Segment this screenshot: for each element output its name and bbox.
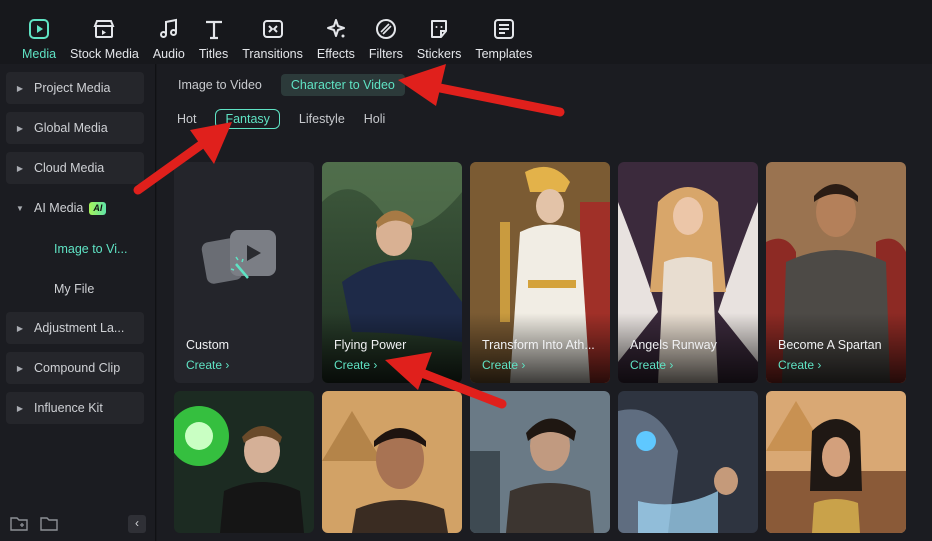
sidebar-item-label: Project Media xyxy=(34,81,111,95)
sidebar-footer: ‹ xyxy=(10,515,146,533)
sidebar-item-label: Cloud Media xyxy=(34,161,105,175)
ai-badge: AI xyxy=(89,201,107,215)
sidebar-item-global-media[interactable]: ▶ Global Media xyxy=(6,112,144,144)
caret-right-icon: ▶ xyxy=(16,403,24,413)
toolbar-templates-label: Templates xyxy=(475,47,533,61)
new-folder-icon[interactable] xyxy=(10,515,28,531)
toolbar-stickers-label: Stickers xyxy=(416,47,462,61)
template-card[interactable] xyxy=(322,391,462,533)
category-holi[interactable]: Holi xyxy=(364,112,386,126)
template-card[interactable] xyxy=(470,391,610,533)
template-card-flying-power[interactable]: Flying Power Create › xyxy=(322,162,462,383)
sticker-icon xyxy=(431,20,448,38)
tab-image-to-video[interactable]: Image to Video xyxy=(178,78,262,92)
toolbar-filters-label: Filters xyxy=(368,47,403,61)
toolbar-transitions-label: Transitions xyxy=(242,47,303,61)
template-card-angels-runway[interactable]: Angels Runway Create › xyxy=(618,162,758,383)
sidebar-item-cloud-media[interactable]: ▶ Cloud Media xyxy=(6,152,144,184)
card-title: Angels Runway xyxy=(630,338,717,352)
sidebar-item-label: AI Media xyxy=(34,201,84,215)
toolbar-audio-label: Audio xyxy=(152,47,185,61)
sidebar-item-project-media[interactable]: ▶ Project Media xyxy=(6,72,144,104)
toolbar-effects[interactable]: Effects xyxy=(313,0,359,61)
caret-right-icon: ▶ xyxy=(16,163,24,173)
toolbar-stickers[interactable]: Stickers xyxy=(413,0,465,61)
sidebar-item-ai-media[interactable]: ▼ AI Media AI xyxy=(6,192,144,224)
card-title: Flying Power xyxy=(334,338,407,352)
sidebar-subitem-image-to-video[interactable]: Image to Vi... xyxy=(54,242,127,256)
scifi-man-thumbnail xyxy=(470,391,610,533)
robot-thumbnail xyxy=(618,391,758,533)
toolbar-media[interactable]: Media xyxy=(18,0,60,61)
card-title: Transform Into Ath... xyxy=(482,338,595,352)
music-note-icon xyxy=(159,18,177,38)
card-create-link[interactable]: Create › xyxy=(482,358,525,372)
sidebar-subitem-my-file[interactable]: My File xyxy=(54,282,94,296)
sparkle-icon xyxy=(326,19,345,38)
toolbar-transitions[interactable]: Transitions xyxy=(238,0,307,61)
media-icon xyxy=(29,19,50,39)
text-t-icon xyxy=(205,20,222,40)
category-tabs: Hot Fantasy Lifestyle Holi xyxy=(177,109,404,129)
template-card[interactable] xyxy=(618,391,758,533)
toolbar-filters[interactable]: Filters xyxy=(365,0,407,61)
sidebar: ▶ Project Media ▶ Global Media ▶ Cloud M… xyxy=(0,64,156,541)
card-create-link[interactable]: Create › xyxy=(630,358,673,372)
card-title: Become A Spartan xyxy=(778,338,882,352)
toolbar-templates[interactable]: Templates xyxy=(471,0,536,61)
caret-right-icon: ▶ xyxy=(16,123,24,133)
desert-man-thumbnail xyxy=(322,391,462,533)
toolbar-effects-label: Effects xyxy=(316,47,355,61)
toolbar-stock-media[interactable]: Stock Media xyxy=(66,0,143,61)
sidebar-item-adjustment-layer[interactable]: ▶ Adjustment La... xyxy=(6,312,144,344)
sidebar-item-label: Adjustment La... xyxy=(34,321,125,335)
category-lifestyle[interactable]: Lifestyle xyxy=(299,112,345,126)
top-toolbar: Media Stock Media Audio Titles Transitio… xyxy=(0,0,932,64)
toolbar-titles[interactable]: Titles xyxy=(195,0,232,61)
template-card[interactable] xyxy=(766,391,906,533)
sidebar-item-label: Global Media xyxy=(34,121,108,135)
card-create-link[interactable]: Create › xyxy=(186,358,229,372)
caret-right-icon: ▶ xyxy=(16,83,24,93)
template-card-custom[interactable]: Custom Create › xyxy=(174,162,314,383)
wizard-thumbnail xyxy=(174,391,314,533)
toolbar-media-label: Media xyxy=(22,47,57,61)
toolbar-audio[interactable]: Audio xyxy=(149,0,189,61)
stock-media-icon xyxy=(93,20,115,38)
category-hot[interactable]: Hot xyxy=(177,112,196,126)
filters-icon xyxy=(375,19,396,39)
sidebar-item-compound-clip[interactable]: ▶ Compound Clip xyxy=(6,352,144,384)
main-panel: Image to Video Character to Video Hot Fa… xyxy=(157,64,932,541)
card-create-link[interactable]: Create › xyxy=(778,358,821,372)
transitions-icon xyxy=(262,20,283,38)
template-card[interactable] xyxy=(174,391,314,533)
egyptian-queen-thumbnail xyxy=(766,391,906,533)
tab-character-to-video[interactable]: Character to Video xyxy=(280,74,405,96)
caret-right-icon: ▶ xyxy=(16,363,24,373)
toolbar-titles-label: Titles xyxy=(198,47,229,61)
folder-icon[interactable] xyxy=(40,515,58,531)
collapse-sidebar-button[interactable]: ‹ xyxy=(128,515,146,533)
card-create-link[interactable]: Create › xyxy=(334,358,377,372)
templates-icon xyxy=(493,19,514,39)
sidebar-item-label: Influence Kit xyxy=(34,401,103,415)
toolbar-stock-media-label: Stock Media xyxy=(70,47,139,61)
sidebar-item-influence-kit[interactable]: ▶ Influence Kit xyxy=(6,392,144,424)
template-card-become-a-spartan[interactable]: Become A Spartan Create › xyxy=(766,162,906,383)
caret-right-icon: ▶ xyxy=(16,323,24,333)
template-card-transform-into-athena[interactable]: Transform Into Ath... Create › xyxy=(470,162,610,383)
caret-down-icon: ▼ xyxy=(16,203,24,213)
card-title: Custom xyxy=(186,338,230,352)
category-fantasy[interactable]: Fantasy xyxy=(215,109,280,129)
sidebar-item-label: Compound Clip xyxy=(34,361,121,375)
top-tabs: Image to Video Character to Video xyxy=(178,74,405,96)
